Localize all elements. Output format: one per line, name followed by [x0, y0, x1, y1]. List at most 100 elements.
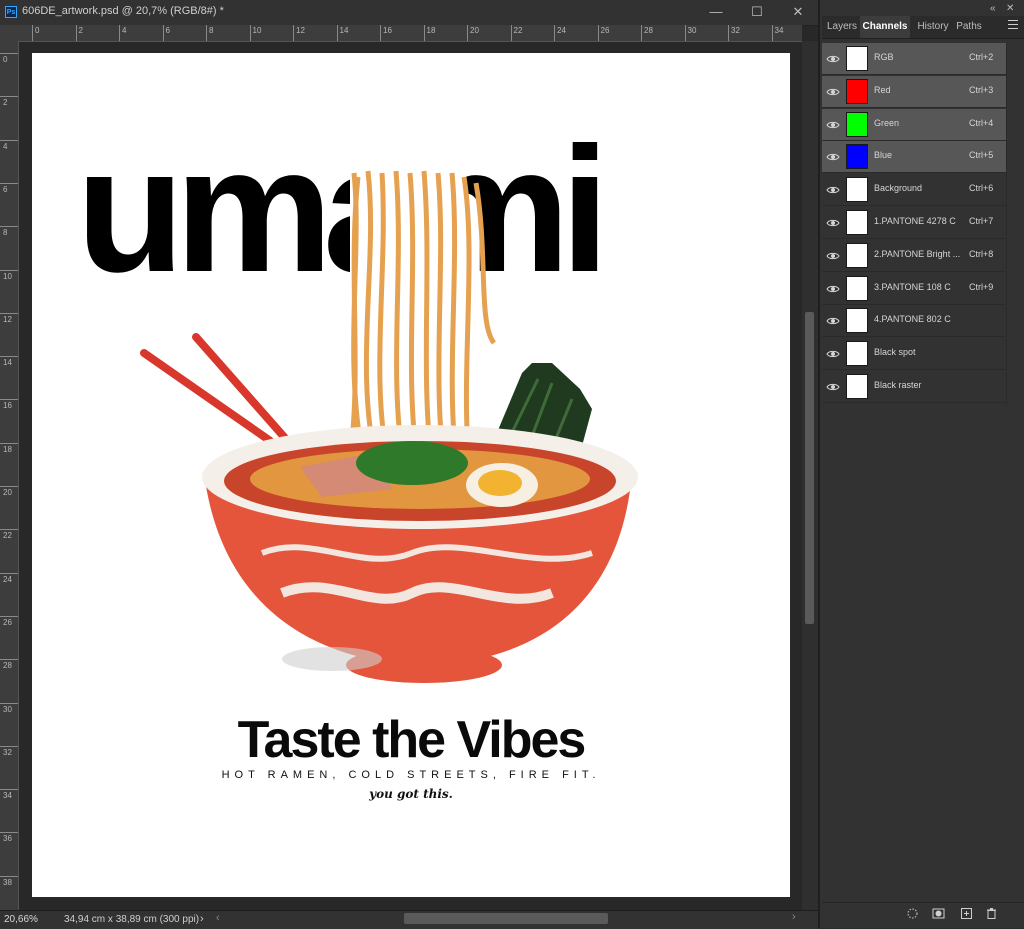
- ruler-tick: 18: [423, 25, 435, 41]
- channel-row[interactable]: 3.PANTONE 108 C Ctrl+9: [822, 273, 1006, 305]
- ruler-label: 34: [774, 26, 784, 35]
- tagline: Taste the Vibes: [237, 711, 587, 769]
- channel-name: 4.PANTONE 802 C: [874, 314, 951, 325]
- channel-row[interactable]: Background Ctrl+6: [822, 174, 1006, 207]
- bowl-shadow: [282, 647, 382, 671]
- ruler-label: 4: [122, 26, 127, 35]
- ruler-tick: 24: [0, 572, 18, 584]
- ruler-tick: 34: [771, 25, 783, 41]
- channel-row[interactable]: 1.PANTONE 4278 C Ctrl+7: [822, 207, 1006, 239]
- channel-thumbnail: [846, 341, 868, 367]
- ruler-tick: 20: [0, 486, 18, 497]
- ruler-label: 14: [3, 358, 12, 368]
- zoom-field[interactable]: 20,66%: [4, 913, 44, 926]
- channel-row[interactable]: 2.PANTONE Bright ... Ctrl+8: [822, 240, 1006, 272]
- vertical-ruler[interactable]: 0 2 4 6 8 10 12 14 16 18 20 22 24 26 28 30 32 34 36 38: [0, 41, 19, 910]
- ruler-tick: 0: [32, 25, 39, 41]
- ruler-tick: 34: [0, 789, 18, 800]
- visibility-eye-icon[interactable]: [826, 118, 840, 132]
- ruler-label: 14: [339, 26, 349, 35]
- channel-name: 3.PANTONE 108 C: [874, 281, 951, 292]
- channel-row[interactable]: Blue Ctrl+5: [822, 141, 1006, 174]
- delete-channel-icon[interactable]: [985, 907, 998, 920]
- save-selection-icon[interactable]: [932, 907, 945, 920]
- ruler-tick: 14: [336, 25, 348, 41]
- visibility-eye-icon[interactable]: [826, 314, 840, 328]
- horizontal-ruler[interactable]: 0 2 4 6 8 10 12 14 16 18 20 22 24 26 28 30 32 34: [18, 25, 802, 42]
- ruler-label: 28: [3, 661, 12, 671]
- ruler-tick: 6: [162, 25, 170, 41]
- panel-menu-icon[interactable]: [1008, 20, 1018, 30]
- ruler-label: 30: [687, 26, 697, 35]
- visibility-eye-icon[interactable]: [826, 249, 840, 263]
- ruler-label: 32: [731, 26, 740, 35]
- channel-row[interactable]: Green Ctrl+4: [822, 108, 1006, 141]
- channel-thumbnail: [846, 46, 868, 71]
- ruler-label: 20: [470, 26, 479, 35]
- script-signature: you got this.: [369, 787, 453, 801]
- ruler-label: 6: [165, 26, 170, 35]
- document-tab-title[interactable]: 606DE_artwork.psd @ 20,7% (RGB/8#) *: [22, 5, 224, 17]
- tab-history[interactable]: History: [914, 16, 952, 38]
- channel-row[interactable]: Red Ctrl+3: [822, 75, 1006, 108]
- visibility-eye-icon[interactable]: [826, 85, 840, 99]
- ruler-label: 10: [3, 271, 12, 281]
- ruler-tick: 16: [380, 25, 392, 41]
- ruler-tick: 20: [467, 25, 479, 41]
- ruler-label: 26: [3, 617, 12, 627]
- ruler-tick: 14: [0, 356, 18, 367]
- document-window: Ps 606DE_artwork.psd @ 20,7% (RGB/8#) * …: [0, 0, 818, 929]
- panel-close-icon[interactable]: ✕: [1006, 3, 1014, 14]
- channel-name: Red: [874, 84, 891, 95]
- new-channel-icon[interactable]: [960, 907, 973, 920]
- channel-shortcut: Ctrl+3: [969, 84, 994, 95]
- maximize-button[interactable]: ☐: [744, 4, 770, 20]
- panel-collapse-icon[interactable]: «: [990, 3, 996, 14]
- scroll-right-arrow[interactable]: ›: [792, 911, 796, 923]
- ruler-label: 0: [3, 55, 8, 64]
- channel-row[interactable]: 4.PANTONE 802 C: [822, 305, 1006, 338]
- ruler-label: 22: [3, 531, 12, 541]
- ruler-label: 10: [252, 26, 262, 35]
- channel-name: Green: [874, 117, 900, 128]
- visibility-eye-icon[interactable]: [826, 183, 840, 197]
- ruler-label: 20: [3, 488, 12, 497]
- visibility-eye-icon[interactable]: [826, 347, 840, 361]
- visibility-eye-icon[interactable]: [826, 216, 840, 230]
- horizontal-scroll-thumb[interactable]: [404, 913, 608, 924]
- ruler-label: 38: [3, 877, 12, 887]
- ruler-origin[interactable]: [0, 25, 19, 42]
- ruler-label: 16: [383, 26, 392, 35]
- channel-shortcut: Ctrl+5: [969, 150, 994, 161]
- scroll-left-arrow[interactable]: ‹: [216, 912, 220, 924]
- ruler-label: 24: [3, 574, 12, 584]
- tab-paths[interactable]: Paths: [954, 16, 984, 38]
- vertical-scroll-thumb[interactable]: [805, 312, 814, 624]
- visibility-eye-icon[interactable]: [826, 150, 840, 164]
- load-selection-icon[interactable]: [906, 907, 919, 920]
- minimize-button[interactable]: —: [703, 4, 729, 20]
- channel-thumbnail: [846, 144, 868, 170]
- status-menu-arrow[interactable]: ›: [200, 913, 204, 925]
- tab-layers[interactable]: Layers: [824, 16, 860, 38]
- visibility-eye-icon[interactable]: [826, 52, 840, 66]
- ruler-tick: 8: [0, 226, 18, 237]
- ruler-tick: 0: [0, 53, 18, 64]
- channel-thumbnail: [846, 308, 868, 334]
- channel-shortcut: Ctrl+2: [969, 52, 994, 62]
- channel-shortcut: Ctrl+8: [969, 248, 994, 259]
- channel-row[interactable]: Black spot: [822, 338, 1006, 371]
- ruler-tick: 38: [0, 875, 18, 887]
- channel-thumbnail: [846, 177, 868, 203]
- channel-row[interactable]: RGB Ctrl+2: [822, 43, 1006, 75]
- tab-channels[interactable]: Channels: [860, 16, 910, 38]
- ruler-tick: 6: [0, 182, 18, 194]
- ruler-tick: 4: [0, 139, 18, 151]
- channel-row[interactable]: Black raster: [822, 371, 1006, 403]
- panel-scroll-edge: [1006, 43, 1007, 405]
- visibility-eye-icon[interactable]: [826, 282, 840, 296]
- close-button[interactable]: ✕: [785, 4, 811, 20]
- artboard[interactable]: umami Taste the Vibes HOT RAMEN, COLD ST…: [32, 53, 790, 897]
- visibility-eye-icon[interactable]: [826, 380, 840, 394]
- ruler-tick: 32: [0, 745, 18, 757]
